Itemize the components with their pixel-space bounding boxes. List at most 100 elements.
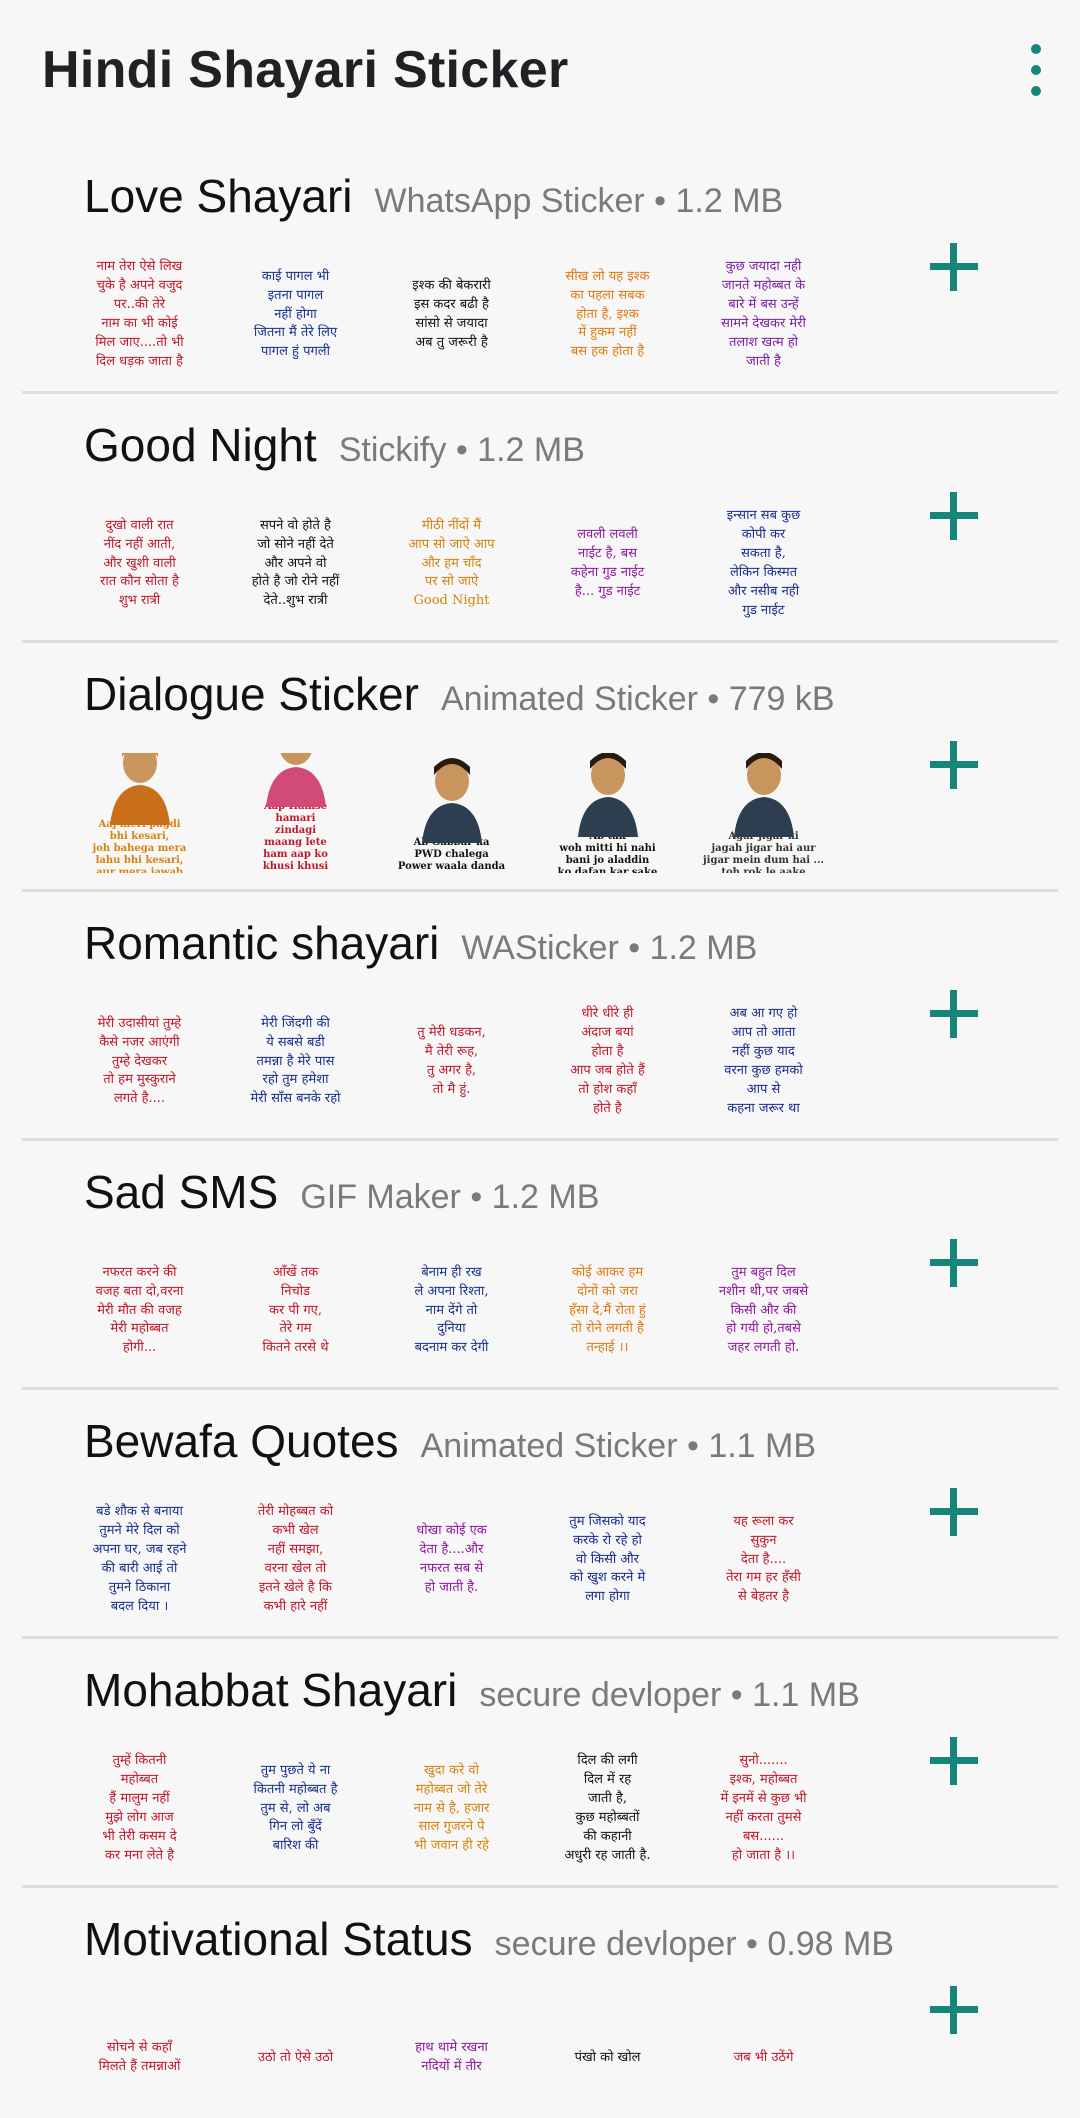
sticker-preview: बेनाम ही रख ले अपना रिश्ता, नाम देंगे तो… [374,1251,529,1371]
sticker-preview: तु मेरी धडकन, मै तेरी रूह, तु अगर है, तो… [374,1002,529,1122]
pack-name: Good Night [84,419,317,471]
sticker-preview: यह रूला कर सुकुन देता है.... तेरा गम हर … [686,1500,841,1620]
sticker-preview: अब आ गए हो आप तो आता नहीं कुछ याद वरना क… [686,1002,841,1122]
sticker-preview: दुखो वाली रात नींद नहीं आती, और खुशी वाल… [62,504,217,624]
sticker-text: तुम पुछते ये ना कितनी महोब्बत है तुम से,… [253,1762,338,1854]
add-pack-button[interactable] [930,741,978,789]
sticker-text: बडे शौक से बनाया तुमने मेरे दिल को अपना … [92,1504,187,1614]
sticker-preview: हाथ थामे रखना नदियों में तीर [374,1998,529,2118]
sticker-text: यह रूला कर सुकुन देता है.... तेरा गम हर … [726,1513,801,1605]
sticker-text: नाम तेरा ऐसे लिख चुके है अपने वजुद पर..क… [95,259,184,369]
sticker-text: आँखें तक निचोड कर पी गए, तेरे गम कितने त… [262,1264,329,1356]
character-image [256,753,336,807]
sticker-preview: सपने वो होते है जो सोने नहीं देते और अपन… [218,504,373,624]
sticker-text: कुछ जयादा नही जानते महोब्बत के बारे में … [721,259,806,369]
sticker-preview-strip: नफरत करने की वजह बता दो,वरना मेरी मौत की… [62,1251,842,1371]
app-title: Hindi Shayari Sticker [42,41,569,99]
sticker-preview: कोई आकर हम दोनों को जरा हँसा दे,मैं रोता… [530,1251,685,1371]
sticker-preview: मीठी नींदों मैं आप सो जाऐ आप और हम चाँद … [374,504,529,624]
sticker-text: सीख लो यह इश्क का पहला सबक होता है, इश्क… [565,268,650,360]
add-pack-button[interactable] [930,1737,978,1785]
pack-meta: Animated Sticker • 1.1 MB [420,1427,817,1465]
sticker-pack-row[interactable]: Motivational Status secure devloper • 0.9… [0,1888,1080,2074]
sticker-preview: आँखें तक निचोड कर पी गए, तेरे गम कितने त… [218,1251,373,1371]
sticker-preview-strip: सोचने से कहाँ मिलते हैं तमन्नाओं उठो तो ऐ… [62,1998,842,2118]
sticker-preview: धोखा कोई एक देता है....और नफरत सब से हो … [374,1500,529,1620]
pack-name: Sad SMS [84,1166,279,1218]
sticker-pack-row[interactable]: Bewafa Quotes Animated Sticker • 1.1 MB बड… [0,1390,1080,1639]
sticker-preview: काई पागल भी इतना पागल नहीं होगा जितना मै… [218,255,373,375]
sticker-text: धीरे धीरे ही अंदाज बयां होता है आप जब हो… [570,1006,645,1116]
sticker-preview: नाम तेरा ऐसे लिख चुके है अपने वजुद पर..क… [62,255,217,375]
sticker-text: Aap Hamse hamari zindagi maang lete ham … [262,801,329,872]
sticker-text: लवली लवली नाईट है, बस कहेना गुड नाईट है.… [570,527,645,599]
sticker-text: मेरी उदासीयां तुम्हे कैसे नजर आएंगी तुम्… [97,1015,182,1107]
sticker-preview-strip: तुम्हें कितनी महोब्बत हैं मालुम नहीं मुझ… [62,1749,842,1869]
sticker-text: काई पागल भी इतना पागल नहीं होगा जितना मै… [253,268,338,360]
sticker-text: दुखो वाली रात नींद नहीं आती, और खुशी वाल… [100,517,179,609]
pack-meta: Animated Sticker • 779 kB [440,680,835,718]
menu-dot [1031,44,1041,54]
sticker-preview: दिल की लगी दिल में रह जाती है, कुछ महोब्… [530,1749,685,1869]
sticker-preview: Ab Gabbar ka PWD chalega Power waala dan… [374,753,529,873]
sticker-preview: तुम्हें कितनी महोब्बत हैं मालुम नहीं मुझ… [62,1749,217,1869]
sticker-preview: तुम बहुत दिल नशीन थी,पर जबसे किसी और की … [686,1251,841,1371]
add-pack-button[interactable] [930,1488,978,1536]
sticker-text: खुदा करे वो महोब्बत जो तेरे नाम से है, ह… [413,1762,490,1854]
sticker-pack-row[interactable]: Dialogue Sticker Animated Sticker • 779 k… [0,643,1080,892]
sticker-pack-row[interactable]: Mohabbat Shayari secure devloper • 1.1 MB… [0,1639,1080,1888]
pack-meta: Stickify • 1.2 MB [338,431,585,469]
sticker-text: Agar jigar ki jagah jigar hai aur jigar … [703,831,824,873]
sticker-preview: मेरी जिंदगी की ये सबसे बडी तमन्ना है मेर… [218,1002,373,1122]
sticker-preview: खुदा करे वो महोब्बत जो तेरे नाम से है, ह… [374,1749,529,1869]
character-image [412,753,492,843]
app-bar: Hindi Shayari Sticker [0,0,1080,145]
sticker-pack-row[interactable]: Good Night Stickify • 1.2 MB दुखो वाली रात… [0,394,1080,643]
pack-header: Mohabbat Shayari secure devloper • 1.1 MB [84,1663,860,1717]
character-image [724,753,804,837]
pack-header: Motivational Status secure devloper • 0.9… [84,1912,894,1966]
sticker-text: तुम बहुत दिल नशीन थी,पर जबसे किसी और की … [718,1264,809,1356]
add-pack-button[interactable] [930,1239,978,1287]
add-pack-button[interactable] [930,990,978,1038]
pack-name: Motivational Status [84,1913,473,1965]
sticker-pack-row[interactable]: Sad SMS GIF Maker • 1.2 MB नफरत करने की वज… [0,1141,1080,1390]
sticker-text: Ab tak woh mitti hi nahi bani jo aladdin… [557,831,658,873]
sticker-preview: Aaj meri pagdi bhi kesari, joh bahega me… [62,753,217,873]
sticker-pack-list: Love Shayari WhatsApp Sticker • 1.2 MB नाम… [0,145,1080,2074]
pack-name: Dialogue Sticker [84,668,419,720]
sticker-text: तु मेरी धडकन, मै तेरी रूह, तु अगर है, तो… [417,1025,486,1097]
sticker-preview: Aap Hamse hamari zindagi maang lete ham … [218,753,373,873]
pack-meta: secure devloper • 0.98 MB [494,1925,894,1963]
sticker-preview: Ab tak woh mitti hi nahi bani jo aladdin… [530,753,685,873]
pack-name: Bewafa Quotes [84,1415,399,1467]
add-pack-button[interactable] [930,1986,978,2034]
menu-dot [1031,65,1041,75]
sticker-pack-row[interactable]: Romantic shayari WASticker • 1.2 MB मेरी उ… [0,892,1080,1141]
sticker-preview: जब भी उठेंगे [686,1998,841,2118]
menu-dot [1031,86,1041,96]
sticker-text: अब आ गए हो आप तो आता नहीं कुछ याद वरना क… [724,1006,803,1116]
sticker-preview: नफरत करने की वजह बता दो,वरना मेरी मौत की… [62,1251,217,1371]
sticker-text: बेनाम ही रख ले अपना रिश्ता, नाम देंगे तो… [414,1264,489,1356]
sticker-preview: तुम पुछते ये ना कितनी महोब्बत है तुम से,… [218,1749,373,1869]
sticker-preview: बडे शौक से बनाया तुमने मेरे दिल को अपना … [62,1500,217,1620]
sticker-text: तुम्हें कितनी महोब्बत हैं मालुम नहीं मुझ… [102,1753,177,1863]
pack-header: Romantic shayari WASticker • 1.2 MB [84,916,757,970]
pack-name: Mohabbat Shayari [84,1664,458,1716]
character-image [568,753,648,837]
pack-header: Bewafa Quotes Animated Sticker • 1.1 MB [84,1414,816,1468]
sticker-text: मीठी नींदों मैं आप सो जाऐ आप और हम चाँद … [408,517,495,609]
sticker-preview-strip: दुखो वाली रात नींद नहीं आती, और खुशी वाल… [62,504,842,624]
overflow-menu-icon[interactable] [1016,44,1056,96]
sticker-preview-strip: मेरी उदासीयां तुम्हे कैसे नजर आएंगी तुम्… [62,1002,842,1122]
add-pack-button[interactable] [930,243,978,291]
sticker-text: मेरी जिंदगी की ये सबसे बडी तमन्ना है मेर… [250,1015,341,1107]
sticker-text: Aaj meri pagdi bhi kesari, joh bahega me… [92,819,187,873]
sticker-pack-row[interactable]: Love Shayari WhatsApp Sticker • 1.2 MB नाम… [0,145,1080,394]
sticker-text: सपने वो होते है जो सोने नहीं देते और अपन… [251,517,340,609]
sticker-preview: सीख लो यह इश्क का पहला सबक होता है, इश्क… [530,255,685,375]
sticker-text: दिल की लगी दिल में रह जाती है, कुछ महोब्… [564,1753,651,1863]
sticker-preview: धीरे धीरे ही अंदाज बयां होता है आप जब हो… [530,1002,685,1122]
add-pack-button[interactable] [930,492,978,540]
